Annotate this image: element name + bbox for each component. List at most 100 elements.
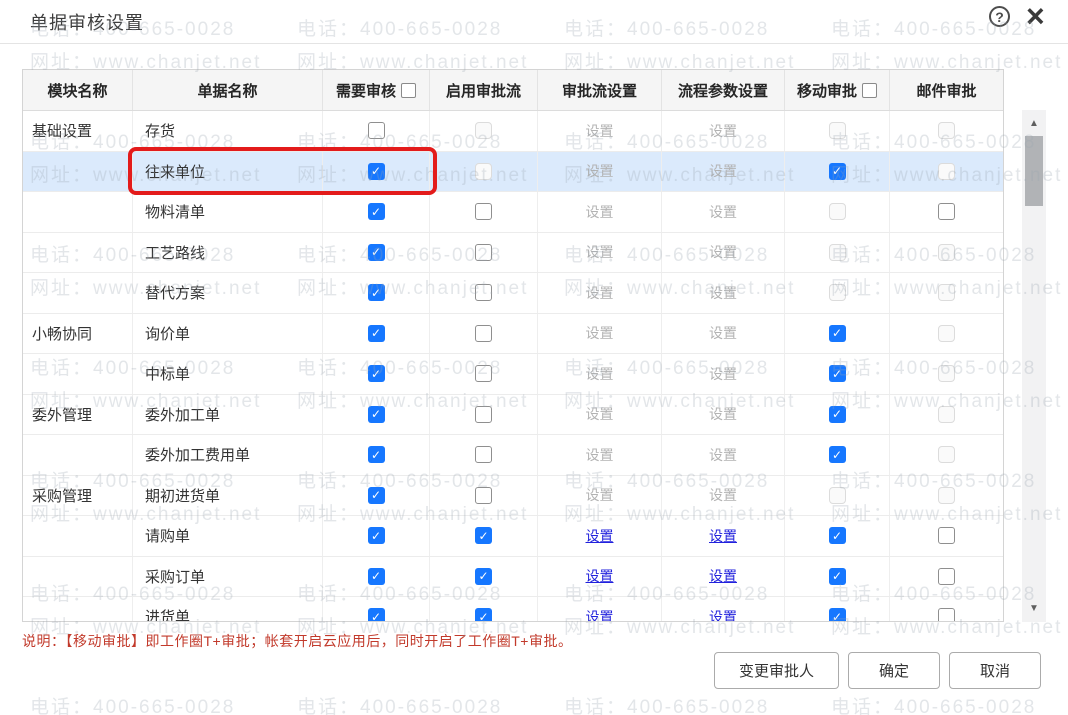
need-audit-checkbox[interactable]: ✓ (367, 324, 385, 342)
scrollbar-thumb[interactable] (1025, 136, 1043, 206)
param-settings-link[interactable]: 设置 (709, 526, 737, 546)
need-audit-cell: ✓ (323, 475, 430, 515)
table-row[interactable]: 物料清单 ✓ 设置 设置 (23, 192, 1003, 233)
enable-flow-cell (430, 273, 538, 313)
help-icon[interactable]: ? (989, 6, 1010, 27)
email-audit-checkbox[interactable] (938, 608, 955, 621)
mobile-audit-checkbox[interactable]: ✓ (828, 567, 846, 585)
mobile-audit-checkbox[interactable]: ✓ (828, 608, 846, 621)
table-row[interactable]: 采购订单 ✓ ✓ 设置 设置 ✓ (23, 556, 1003, 597)
need-audit-checkbox[interactable]: ✓ (367, 405, 385, 423)
flow-settings-link[interactable]: 设置 (586, 526, 614, 546)
column-header-5: 流程参数设置 (662, 70, 785, 110)
need-audit-checkbox[interactable]: ✓ (367, 446, 385, 464)
param-settings-cell: 设置 (662, 475, 785, 515)
need-audit-cell: ✓ (323, 232, 430, 272)
change-approver-button[interactable]: 变更审批人 (713, 652, 839, 689)
doc-name-cell: 往来单位 (133, 151, 323, 191)
flow-settings-disabled: 设置 (585, 244, 614, 261)
email-audit-disabled-checkbox (938, 122, 955, 140)
param-settings-disabled: 设置 (709, 163, 737, 180)
header-select-all-checkbox[interactable] (862, 82, 877, 98)
param-settings-link[interactable]: 设置 (709, 607, 737, 621)
doc-name-cell: 工艺路线 (133, 232, 323, 272)
table-row[interactable]: 委外加工费用单 ✓ 设置 设置 ✓ (23, 435, 1003, 476)
need-audit-checkbox[interactable]: ✓ (367, 162, 385, 180)
email-audit-checkbox[interactable] (938, 203, 955, 221)
module-cell: 小畅协同 (23, 313, 133, 353)
email-audit-checkbox[interactable] (938, 567, 955, 585)
flow-settings-disabled: 设置 (585, 122, 614, 139)
mobile-audit-checkbox[interactable]: ✓ (828, 405, 846, 423)
need-audit-checkbox[interactable] (367, 122, 385, 140)
enable-flow-checkbox[interactable] (475, 324, 492, 342)
scroll-up-arrow-icon[interactable]: ▲ (1022, 117, 1046, 131)
table-row[interactable]: 请购单 ✓ ✓ 设置 设置 ✓ (23, 516, 1003, 557)
param-settings-cell: 设置 (662, 232, 785, 272)
column-header-3: 启用审批流 (430, 70, 538, 110)
email-audit-disabled-checkbox (938, 324, 955, 342)
enable-flow-checkbox[interactable] (475, 365, 492, 383)
email-audit-checkbox[interactable] (938, 527, 955, 545)
enable-flow-checkbox[interactable]: ✓ (475, 608, 492, 621)
enable-flow-checkbox[interactable] (475, 284, 492, 302)
vertical-scrollbar[interactable]: ▲ ▼ (1022, 110, 1046, 622)
module-cell: 基础设置 (23, 111, 133, 151)
column-header-2: 需要审核 (323, 70, 430, 110)
close-icon[interactable]: × (1026, 0, 1045, 35)
cancel-button[interactable]: 取消 (948, 652, 1041, 689)
scroll-down-arrow-icon[interactable]: ▼ (1022, 602, 1046, 616)
need-audit-checkbox[interactable]: ✓ (367, 608, 385, 621)
column-header-6: 移动审批 (785, 70, 890, 110)
flow-settings-cell: 设置 (538, 192, 662, 232)
table-row[interactable]: 进货单 ✓ ✓ 设置 设置 ✓ (23, 597, 1003, 621)
header-select-all-checkbox[interactable] (401, 82, 416, 98)
need-audit-checkbox[interactable]: ✓ (367, 243, 385, 261)
flow-settings-cell: 设置 (538, 516, 662, 556)
mobile-audit-checkbox[interactable]: ✓ (828, 446, 846, 464)
mobile-audit-checkbox[interactable]: ✓ (828, 324, 846, 342)
need-audit-checkbox[interactable]: ✓ (367, 527, 385, 545)
enable-flow-checkbox[interactable] (475, 405, 492, 423)
need-audit-checkbox[interactable]: ✓ (367, 284, 385, 302)
table-row[interactable]: 委外管理 委外加工单 ✓ 设置 设置 ✓ (23, 394, 1003, 435)
table-row[interactable]: 替代方案 ✓ 设置 设置 (23, 273, 1003, 314)
mobile-audit-checkbox[interactable]: ✓ (828, 527, 846, 545)
enable-flow-checkbox[interactable] (475, 486, 492, 504)
mobile-audit-checkbox[interactable]: ✓ (828, 365, 846, 383)
table-row[interactable]: 工艺路线 ✓ 设置 设置 (23, 232, 1003, 273)
confirm-button[interactable]: 确定 (847, 652, 940, 689)
need-audit-cell: ✓ (323, 597, 430, 621)
doc-name-cell: 中标单 (133, 354, 323, 394)
table-row[interactable]: 往来单位 ✓ 设置 设置 ✓ (23, 151, 1003, 192)
doc-name-cell: 委外加工单 (133, 394, 323, 434)
table-row[interactable]: 中标单 ✓ 设置 设置 ✓ (23, 354, 1003, 395)
need-audit-checkbox[interactable]: ✓ (367, 203, 385, 221)
enable-flow-cell (430, 435, 538, 475)
table-row[interactable]: 小畅协同 询价单 ✓ 设置 设置 ✓ (23, 313, 1003, 354)
param-settings-link[interactable]: 设置 (709, 566, 737, 586)
enable-flow-checkbox[interactable] (475, 446, 492, 464)
enable-flow-checkbox[interactable] (475, 203, 492, 221)
doc-name-cell: 进货单 (133, 597, 323, 621)
param-settings-disabled: 设置 (709, 325, 737, 342)
doc-name-cell: 委外加工费用单 (133, 435, 323, 475)
need-audit-checkbox[interactable]: ✓ (367, 567, 385, 585)
need-audit-checkbox[interactable]: ✓ (367, 365, 385, 383)
enable-flow-checkbox[interactable] (475, 243, 492, 261)
table-row[interactable]: 基础设置 存货 设置 设置 (23, 111, 1003, 152)
mobile-audit-disabled-checkbox (828, 243, 846, 261)
mobile-audit-checkbox[interactable]: ✓ (828, 162, 846, 180)
enable-flow-checkbox[interactable]: ✓ (475, 527, 492, 545)
flow-settings-link[interactable]: 设置 (586, 607, 614, 621)
enable-flow-checkbox[interactable]: ✓ (475, 567, 492, 585)
table-row[interactable]: 采购管理 期初进货单 ✓ 设置 设置 (23, 475, 1003, 516)
flow-settings-cell: 设置 (538, 151, 662, 191)
flow-settings-link[interactable]: 设置 (586, 566, 614, 586)
enable-flow-cell: ✓ (430, 597, 538, 621)
column-header-label: 需要审核 (335, 82, 396, 100)
watermark-phone-text: 电话：400-665-0028 (297, 19, 503, 40)
email-audit-disabled-checkbox (938, 486, 955, 504)
need-audit-checkbox[interactable]: ✓ (367, 486, 385, 504)
enable-flow-cell (430, 151, 538, 191)
